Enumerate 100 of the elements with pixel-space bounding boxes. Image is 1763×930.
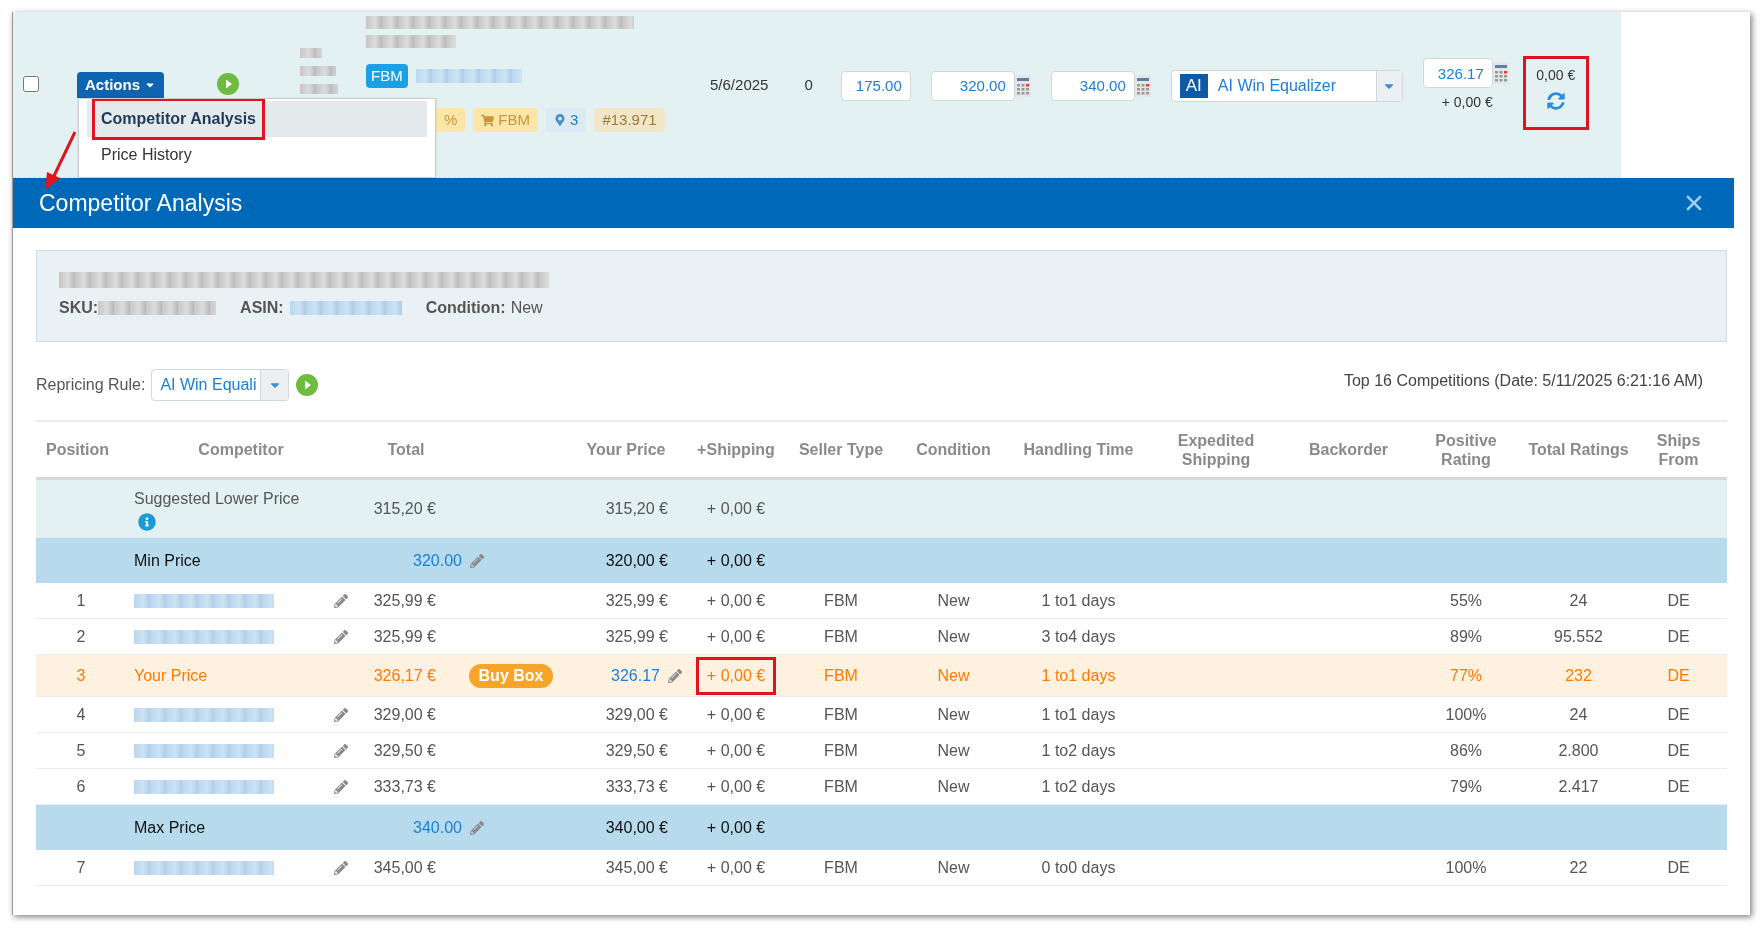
rule-value: AI Win Equalizer — [1217, 75, 1338, 96]
column-header[interactable]: Backorder — [1286, 422, 1411, 477]
table-cell-text: 1 to2 days — [1040, 776, 1117, 797]
table-cell-text: FBM — [823, 704, 859, 725]
column-header[interactable]: Ships From — [1636, 422, 1721, 477]
table-cell-text: + 0,00 € — [705, 817, 767, 838]
table-cell-text: 345,00 € — [372, 857, 437, 878]
table-cell-text: 1 to1 days — [1040, 665, 1117, 686]
ai-badge: AI — [1179, 73, 1208, 98]
modal-title: Competitor Analysis — [39, 188, 243, 218]
rule-select[interactable]: AI Win Equali — [151, 369, 290, 401]
competitions-summary: Top 16 Competitions (Date: 5/11/2025 6:21:16 AM) — [1343, 371, 1703, 391]
table-cell-text: 329,50 € — [372, 740, 437, 761]
table-cell-text: 86% — [1449, 740, 1483, 761]
rule-value: AI Win Equali — [159, 375, 258, 395]
tag-text: % — [444, 109, 458, 130]
sku-label: SKU: — [59, 298, 99, 318]
table-cell-text: 2.800 — [1557, 740, 1600, 761]
column-header[interactable]: Position — [36, 422, 126, 477]
date-text: 5/6/2025 — [710, 75, 769, 96]
column-header[interactable]: Your Price — [566, 422, 686, 477]
table-cell-text: 79% — [1449, 776, 1483, 797]
table-cell-text: 1 to1 days — [1040, 590, 1117, 611]
column-header[interactable]: +Shipping — [686, 422, 786, 477]
table-cell-text: 232 — [1564, 665, 1593, 686]
table-cell-text: 22 — [1568, 857, 1589, 878]
column-header[interactable]: Total — [356, 422, 456, 477]
table-cell-text: 7 — [75, 857, 87, 878]
column-header[interactable]: Handling Time — [1011, 422, 1146, 477]
table-cell-text: 329,00 € — [604, 704, 669, 725]
table-cell-text: 2.417 — [1557, 776, 1600, 797]
table-cell-text: FBM — [823, 857, 859, 878]
table-cell-text: DE — [1666, 857, 1691, 878]
table-cell-text: 77% — [1449, 665, 1483, 686]
table-cell-text: 1 to1 days — [1040, 704, 1117, 725]
asin-label: ASIN: — [240, 298, 284, 318]
price-field[interactable]: 320.00 — [930, 70, 1015, 101]
table-cell-text: DE — [1666, 626, 1691, 647]
shipping-text: + 0,00 € — [695, 656, 777, 695]
table-cell-text: 325,99 € — [372, 626, 437, 647]
table-cell-text: FBM — [823, 626, 859, 647]
price-field[interactable]: 326.17 — [1422, 58, 1493, 88]
shipping-text: + 0,00 € — [705, 704, 767, 725]
table-cell-text: 1 to2 days — [1040, 740, 1117, 761]
table-cell-text: DE — [1666, 776, 1691, 797]
menu-item[interactable]: Price History — [87, 137, 427, 173]
table-cell-text: DE — [1666, 590, 1691, 611]
table-cell-text: 315,20 € — [604, 498, 669, 519]
table-cell-text: 333,73 € — [372, 776, 437, 797]
fulfillment-badge: FBM — [366, 64, 408, 88]
limit-value[interactable]: 320.00 — [413, 548, 462, 573]
condition-label: Condition: — [425, 298, 506, 318]
table-cell-text: FBM — [823, 776, 859, 797]
price-field[interactable]: 175.00 — [840, 70, 911, 101]
table-cell-text: DE — [1666, 665, 1691, 686]
column-header[interactable]: Competitor — [126, 422, 356, 477]
table-cell-text: 89% — [1449, 626, 1483, 647]
table-cell-text: 55% — [1449, 590, 1483, 611]
table-cell-text: 325,99 € — [372, 590, 437, 611]
buy-box-badge: Buy Box — [468, 663, 554, 688]
shipping-text: + 0,00 € — [705, 626, 767, 647]
column-header[interactable]: Seller Type — [786, 422, 896, 477]
table-cell-text: New — [936, 740, 971, 761]
row-label: Suggested Lower Price — [134, 488, 301, 509]
table-cell-text: 5 — [75, 740, 87, 761]
table-cell-text: 95.552 — [1553, 626, 1604, 647]
table-cell-text: FBM — [823, 590, 859, 611]
price-field[interactable]: 340.00 — [1050, 70, 1135, 101]
table-cell-text: 24 — [1568, 590, 1589, 611]
table-cell-text: 100% — [1444, 857, 1488, 878]
table-cell-text: 3 to4 days — [1040, 626, 1117, 647]
tag-text: #13.971 — [602, 109, 657, 130]
table-cell-text: DE — [1666, 704, 1691, 725]
condition-value: New — [510, 298, 543, 318]
table-cell-text: New — [936, 857, 971, 878]
shipping-text: + 0,00 € — [705, 740, 767, 761]
menu-item[interactable]: Competitor Analysis — [87, 101, 427, 137]
table-cell-text: 100% — [1444, 704, 1488, 725]
table-cell-text: 333,73 € — [604, 776, 669, 797]
column-header[interactable]: Condition — [896, 422, 1011, 477]
table-cell-text: 320,00 € — [604, 550, 669, 571]
price-value[interactable]: 326.17 — [611, 663, 660, 688]
rule-select[interactable]: AI AI Win Equalizer — [1170, 69, 1403, 102]
table-cell-text: 329,50 € — [604, 740, 669, 761]
table-cell-text: + 0,00 € — [705, 550, 767, 571]
limit-value[interactable]: 340.00 — [413, 815, 462, 840]
actions-button[interactable]: Actions — [77, 72, 164, 98]
column-header[interactable]: Positive Rating — [1411, 422, 1521, 477]
table-cell-text: New — [936, 590, 971, 611]
table-cell-text: 325,99 € — [604, 626, 669, 647]
shipping-text: + 0,00 € — [705, 857, 767, 878]
table-cell-text: FBM — [823, 740, 859, 761]
table-cell-text: 340,00 € — [604, 817, 669, 838]
table-cell-text: DE — [1666, 740, 1691, 761]
column-header[interactable]: Total Ratings — [1521, 422, 1636, 477]
column-header[interactable]: Expedited Shipping — [1146, 422, 1286, 477]
table-cell-text: + 0,00 € — [705, 498, 767, 519]
table-cell-text: 0 to0 days — [1040, 857, 1117, 878]
shipping-text: + 0,00 € — [705, 590, 767, 611]
table-cell-text: 325,99 € — [604, 590, 669, 611]
